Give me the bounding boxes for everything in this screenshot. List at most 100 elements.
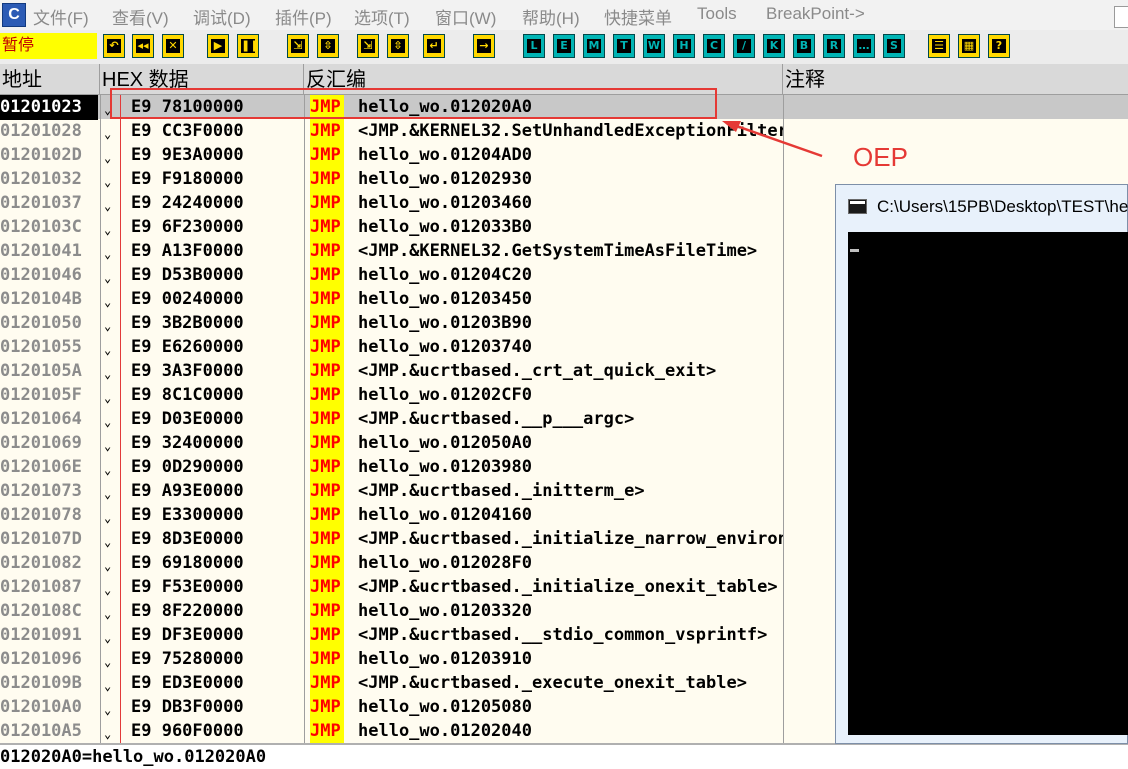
address-cell: 012010A5 xyxy=(0,721,82,741)
run-button[interactable]: ▶ xyxy=(207,34,229,58)
console-output[interactable] xyxy=(848,232,1128,735)
step-into-button[interactable]: ⇲ xyxy=(287,34,309,58)
run-trace-button[interactable]: … xyxy=(853,34,875,58)
menu-view[interactable]: 查看(V) xyxy=(112,4,169,29)
address-cell: 0120105A xyxy=(0,361,82,381)
menu-tools[interactable]: Tools xyxy=(697,4,737,24)
rewind-button[interactable]: ◂◂ xyxy=(132,34,154,58)
menu-plugins[interactable]: 插件(P) xyxy=(275,4,332,29)
mnemonic-cell: JMP xyxy=(310,455,344,479)
run-trace-icon: … xyxy=(857,39,871,53)
execute-till-return-button[interactable]: ↵ xyxy=(423,34,445,58)
windows-button[interactable]: W xyxy=(643,34,665,58)
source-button[interactable]: S xyxy=(883,34,905,58)
pause-button[interactable]: ❚❚ xyxy=(237,34,259,58)
help-button[interactable]: ? xyxy=(988,34,1010,58)
disasm-row[interactable]: 01201028 ⌄ E9 CC3F0000 JMP <JMP.&KERNEL32.Se… xyxy=(0,119,1128,143)
mnemonic-cell: JMP xyxy=(310,215,344,239)
mnemonic-cell: JMP xyxy=(310,599,344,623)
pause-icon: ❚❚ xyxy=(241,39,260,53)
memory-map-button[interactable]: M xyxy=(583,34,605,58)
goto-icon: → xyxy=(477,39,491,53)
operand-cell: hello_wo.01203980 xyxy=(358,457,532,477)
operand-cell: hello_wo.01203910 xyxy=(358,649,532,669)
operand-cell: <JMP.&ucrtbased._initterm_e> xyxy=(358,481,645,501)
column-header-address[interactable]: 地址 xyxy=(0,64,100,94)
operand-cell: <JMP.&ucrtbased._initialize_narrow_envir… xyxy=(358,529,783,549)
column-header-comment[interactable]: 注释 xyxy=(783,64,1128,94)
operand-cell: hello_wo.01202040 xyxy=(358,721,532,741)
mnemonic-cell: JMP xyxy=(310,335,344,359)
menu-breakpoint[interactable]: BreakPoint-> xyxy=(766,4,865,24)
breakpoints-button[interactable]: B xyxy=(793,34,815,58)
close-button[interactable]: ✕ xyxy=(162,34,184,58)
mnemonic-cell: JMP xyxy=(310,695,344,719)
menu-window[interactable]: 窗口(W) xyxy=(435,4,496,29)
operand-cell: hello_wo.01203460 xyxy=(358,193,532,213)
address-cell: 01201091 xyxy=(0,625,82,645)
address-cell: 01201073 xyxy=(0,481,82,501)
menu-shortcuts[interactable]: 快捷菜单 xyxy=(604,4,672,29)
menu-help[interactable]: 帮助(H) xyxy=(522,4,580,29)
list-icon: ☰ xyxy=(932,39,946,53)
mnemonic-cell: JMP xyxy=(310,167,344,191)
operand-cell: <JMP.&ucrtbased._execute_onexit_table> xyxy=(358,673,747,693)
trace-into-button[interactable]: ⇲ xyxy=(357,34,379,58)
mnemonic-cell: JMP xyxy=(310,359,344,383)
trace-into-icon: ⇲ xyxy=(361,39,375,53)
hex-cell: E9 00240000 xyxy=(131,289,244,309)
window-control-box[interactable] xyxy=(1114,6,1128,28)
mnemonic-cell: JMP xyxy=(310,431,344,455)
mnemonic-cell: JMP xyxy=(310,119,344,143)
hex-cell: E9 69180000 xyxy=(131,553,244,573)
hex-cell: E9 32400000 xyxy=(131,433,244,453)
mnemonic-cell: JMP xyxy=(310,671,344,695)
address-cell: 01201087 xyxy=(0,577,82,597)
references-button[interactable]: R xyxy=(823,34,845,58)
address-cell: 01201096 xyxy=(0,649,82,669)
operand-cell: hello_wo.01204AD0 xyxy=(358,145,532,165)
address-cell: 01201046 xyxy=(0,265,82,285)
call-stack-button[interactable]: K xyxy=(763,34,785,58)
hex-cell: E9 8C1C0000 xyxy=(131,385,244,405)
trace-over-icon: ⇳ xyxy=(391,39,405,53)
trace-over-button[interactable]: ⇳ xyxy=(387,34,409,58)
console-titlebar[interactable]: C:\Users\15PB\Desktop\TEST\hello_world.e… xyxy=(848,196,1128,222)
source-icon: S xyxy=(887,39,901,53)
log-button[interactable]: L xyxy=(523,34,545,58)
hex-cell: E9 6F230000 xyxy=(131,217,244,237)
address-cell: 01201064 xyxy=(0,409,82,429)
address-cell: 01201055 xyxy=(0,337,82,357)
hex-cell: E9 D53B0000 xyxy=(131,265,244,285)
log-icon: L xyxy=(527,39,541,53)
operand-cell: <JMP.&KERNEL32.SetUnhandledExceptionFilt… xyxy=(358,121,783,141)
list-button[interactable]: ☰ xyxy=(928,34,950,58)
threads-button[interactable]: T xyxy=(613,34,635,58)
disasm-row[interactable]: 0120102D ⌄ E9 9E3A0000 JMP hello_wo.01204AD0 xyxy=(0,143,1128,167)
address-cell: 01201078 xyxy=(0,505,82,525)
menu-debug[interactable]: 调试(D) xyxy=(193,4,251,29)
menu-file[interactable]: 文件(F) xyxy=(33,4,89,29)
hex-cell: E9 F53E0000 xyxy=(131,577,244,597)
executable-modules-button[interactable]: E xyxy=(553,34,575,58)
operand-cell: hello_wo.01204160 xyxy=(358,505,532,525)
hex-cell: E9 F9180000 xyxy=(131,169,244,189)
menu-options[interactable]: 选项(T) xyxy=(354,4,410,29)
goto-button[interactable]: → xyxy=(473,34,495,58)
operand-cell: hello_wo.01202930 xyxy=(358,169,532,189)
mnemonic-cell: JMP xyxy=(310,239,344,263)
help-icon: ? xyxy=(992,39,1006,53)
mnemonic-cell: JMP xyxy=(310,719,344,743)
console-title-text: C:\Users\15PB\Desktop\TEST\hello_world.e… xyxy=(877,197,1128,216)
app-logo-icon: C xyxy=(2,3,26,27)
handles-button[interactable]: H xyxy=(673,34,695,58)
console-window[interactable]: C:\Users\15PB\Desktop\TEST\hello_world.e… xyxy=(835,184,1128,744)
rewind-icon: ◂◂ xyxy=(136,39,150,53)
step-over-button[interactable]: ⇳ xyxy=(317,34,339,58)
patches-button[interactable]: / xyxy=(733,34,755,58)
cpu-button[interactable]: C xyxy=(703,34,725,58)
operand-cell: hello_wo.01203B90 xyxy=(358,313,532,333)
grid-button[interactable]: ▦ xyxy=(958,34,980,58)
hex-cell: E9 E3300000 xyxy=(131,505,244,525)
restart-button[interactable]: ↶ xyxy=(103,34,125,58)
